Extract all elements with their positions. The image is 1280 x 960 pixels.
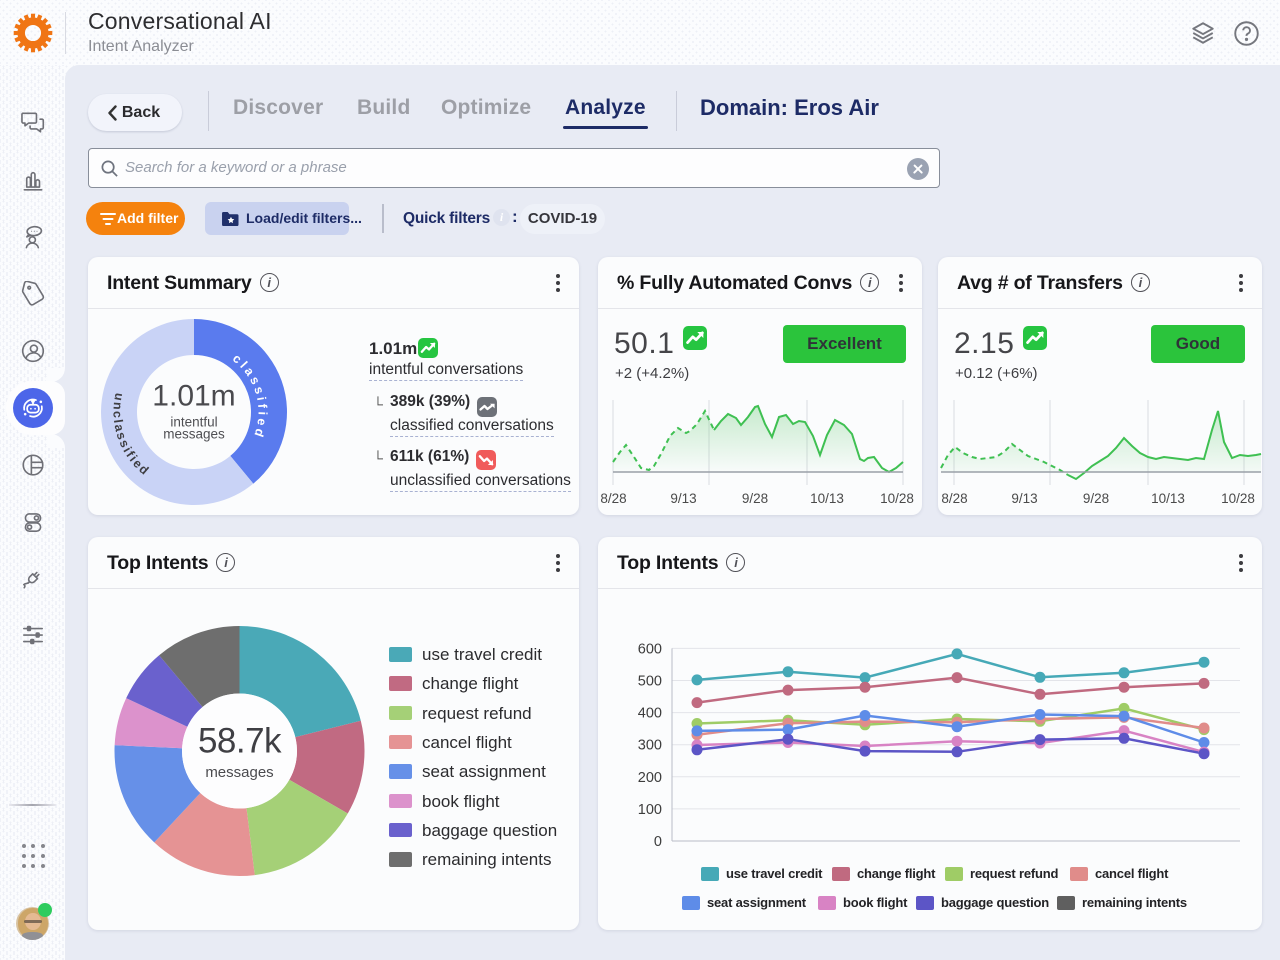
svg-text:9/13: 9/13 <box>1011 491 1037 506</box>
svg-text:100: 100 <box>638 802 662 818</box>
svg-text:1.01m: 1.01m <box>152 380 235 413</box>
svg-text:200: 200 <box>638 770 662 786</box>
svg-text:0: 0 <box>654 834 662 850</box>
svg-text:10/13: 10/13 <box>1151 491 1185 506</box>
svg-text:10/28: 10/28 <box>1221 491 1255 506</box>
svg-text:messages: messages <box>205 764 273 781</box>
svg-text:10/13: 10/13 <box>810 491 844 506</box>
svg-text:8/28: 8/28 <box>941 491 967 506</box>
svg-text:9/13: 9/13 <box>670 491 696 506</box>
svg-text:58.7k: 58.7k <box>198 722 282 761</box>
svg-text:500: 500 <box>638 674 662 690</box>
svg-text:9/28: 9/28 <box>742 491 768 506</box>
svg-text:300: 300 <box>638 738 662 754</box>
svg-text:9/28: 9/28 <box>1083 491 1109 506</box>
svg-text:600: 600 <box>638 641 662 657</box>
svg-text:8/28: 8/28 <box>600 491 626 506</box>
svg-text:10/28: 10/28 <box>880 491 914 506</box>
svg-text:400: 400 <box>638 706 662 722</box>
svg-text:messages: messages <box>163 427 225 442</box>
